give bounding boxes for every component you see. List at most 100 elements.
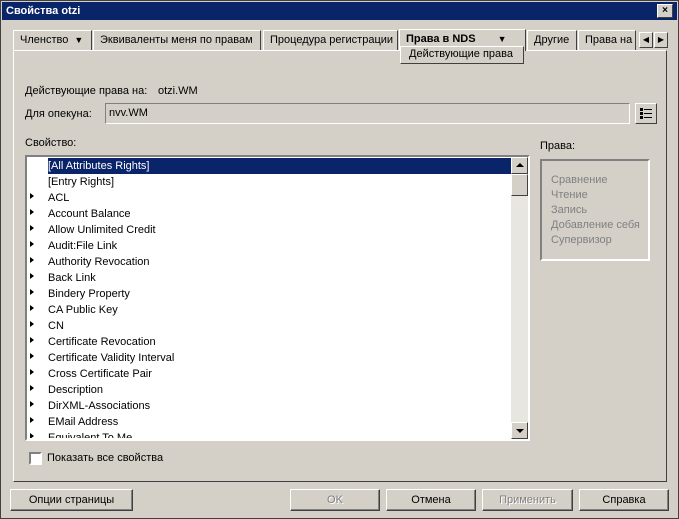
tab-label: Права в NDS (406, 33, 476, 45)
tab-login-script[interactable]: Процедура регистрации (263, 30, 398, 51)
expand-arrow-icon[interactable] (30, 369, 34, 375)
tab-rights-to[interactable]: Права на (578, 30, 636, 51)
expand-arrow-icon[interactable] (30, 353, 34, 359)
property-list-item[interactable]: EMail Address (27, 414, 512, 430)
scroll-down-button[interactable] (511, 422, 528, 439)
button-label: Справка (602, 494, 646, 506)
browse-icon (640, 108, 652, 119)
show-all-properties-label: Показать все свойства (47, 452, 164, 464)
close-button[interactable]: × (657, 4, 673, 18)
property-name: [All Attributes Rights] (48, 158, 512, 174)
scroll-thumb[interactable] (511, 174, 528, 196)
right-write: Запись (551, 204, 588, 216)
property-list-item[interactable]: Description (27, 382, 512, 398)
tab-other[interactable]: Другие (527, 30, 577, 51)
property-name: Authority Revocation (48, 256, 150, 268)
effective-rights-label: Действующие права на: (25, 85, 148, 97)
button-label: OK (327, 494, 343, 506)
help-button[interactable]: Справка (579, 489, 669, 511)
expand-arrow-icon[interactable] (30, 305, 34, 311)
right-compare: Сравнение (551, 174, 608, 186)
apply-button[interactable]: Применить (482, 489, 573, 511)
subtab-effective-rights[interactable]: Действующие права (400, 46, 524, 64)
right-read: Чтение (551, 189, 588, 201)
property-list-items: [All Attributes Rights] [Entry Rights] ACL… (27, 158, 512, 438)
trustee-value: nvv.WM (109, 107, 148, 119)
chevron-down-icon[interactable]: ▼ (498, 34, 507, 44)
property-list-item[interactable]: Allow Unlimited Credit (27, 222, 512, 238)
property-name: Cross Certificate Pair (48, 368, 152, 380)
property-name: CN (48, 320, 64, 332)
property-list[interactable]: [All Attributes Rights] [Entry Rights] ACL… (25, 155, 530, 441)
property-list-item[interactable]: CA Public Key (27, 302, 512, 318)
property-name: Audit:File Link (48, 240, 118, 252)
expand-arrow-icon[interactable] (30, 321, 34, 327)
page-options-button[interactable]: Опции страницы (10, 489, 133, 511)
tab-label: Процедура регистрации (270, 34, 394, 46)
property-list-item[interactable]: ACL (27, 190, 512, 206)
effective-rights-value: otzi.WM (158, 85, 198, 97)
tab-membership[interactable]: Членство ▼ (13, 30, 92, 51)
property-list-item[interactable]: Equivalent To Me (27, 430, 512, 438)
property-name: Allow Unlimited Credit (48, 224, 156, 236)
properties-dialog: Свойства otzi × Членство ▼ Эквиваленты ме… (0, 0, 679, 519)
subtab-label: Действующие права (409, 48, 514, 60)
property-name: Certificate Validity Interval (48, 352, 175, 364)
arrow-up-icon (516, 163, 524, 167)
property-name: EMail Address (48, 416, 119, 428)
property-list-item[interactable]: Authority Revocation (27, 254, 512, 270)
tab-label: Права на (585, 34, 633, 46)
show-all-properties-checkbox[interactable] (29, 452, 42, 465)
property-list-item[interactable]: Back Link (27, 270, 512, 286)
property-list-item[interactable]: CN (27, 318, 512, 334)
chevron-left-icon: ◀ (642, 35, 650, 44)
property-list-item[interactable]: Audit:File Link (27, 238, 512, 254)
property-list-item[interactable]: Certificate Validity Interval (27, 350, 512, 366)
rights-label: Права: (540, 140, 576, 152)
property-list-scrollbar[interactable] (511, 157, 528, 439)
browse-button[interactable] (635, 103, 657, 124)
expand-arrow-icon[interactable] (30, 337, 34, 343)
expand-arrow-icon[interactable] (30, 257, 34, 263)
property-name: Account Balance (48, 208, 131, 220)
chevron-right-icon: ▶ (657, 35, 665, 44)
scroll-up-button[interactable] (511, 157, 528, 174)
tab-scroll-left-button[interactable]: ◀ (639, 32, 653, 48)
tab-scroll-right-button[interactable]: ▶ (654, 32, 668, 48)
property-list-item[interactable]: Cross Certificate Pair (27, 366, 512, 382)
property-name: Equivalent To Me (48, 432, 133, 438)
expand-arrow-icon[interactable] (30, 273, 34, 279)
rights-box: Сравнение Чтение Запись Добавление себя … (540, 159, 650, 261)
trustee-label: Для опекуна: (25, 108, 92, 120)
arrow-down-icon (516, 429, 524, 433)
expand-arrow-icon[interactable] (30, 289, 34, 295)
title-bar: Свойства otzi × (2, 2, 677, 20)
property-name: Certificate Revocation (48, 336, 156, 348)
property-name: Back Link (48, 272, 96, 284)
expand-arrow-icon[interactable] (30, 193, 34, 199)
tab-label: Эквиваленты меня по правам (100, 34, 253, 46)
window-title: Свойства otzi (6, 5, 81, 17)
ok-button[interactable]: OK (290, 489, 380, 511)
button-label: Отмена (411, 494, 451, 506)
property-list-item[interactable]: DirXML-Associations (27, 398, 512, 414)
expand-arrow-icon[interactable] (30, 401, 34, 407)
expand-arrow-icon[interactable] (30, 225, 34, 231)
chevron-down-icon[interactable]: ▼ (74, 35, 83, 45)
property-list-item[interactable]: Account Balance (27, 206, 512, 222)
button-label: Опции страницы (28, 494, 115, 506)
trustee-field[interactable]: nvv.WM (105, 103, 630, 124)
property-list-item[interactable]: Bindery Property (27, 286, 512, 302)
expand-arrow-icon[interactable] (30, 209, 34, 215)
button-label: Применить (499, 494, 556, 506)
property-list-item[interactable]: [All Attributes Rights] (27, 158, 512, 174)
expand-arrow-icon[interactable] (30, 241, 34, 247)
tab-security-equivalence[interactable]: Эквиваленты меня по правам (93, 30, 261, 51)
expand-arrow-icon[interactable] (30, 417, 34, 423)
cancel-button[interactable]: Отмена (386, 489, 476, 511)
expand-arrow-icon[interactable] (30, 385, 34, 391)
property-list-item[interactable]: Certificate Revocation (27, 334, 512, 350)
expand-arrow-icon[interactable] (30, 433, 34, 438)
property-list-item[interactable]: [Entry Rights] (27, 174, 512, 190)
tab-label: Другие (534, 34, 570, 46)
